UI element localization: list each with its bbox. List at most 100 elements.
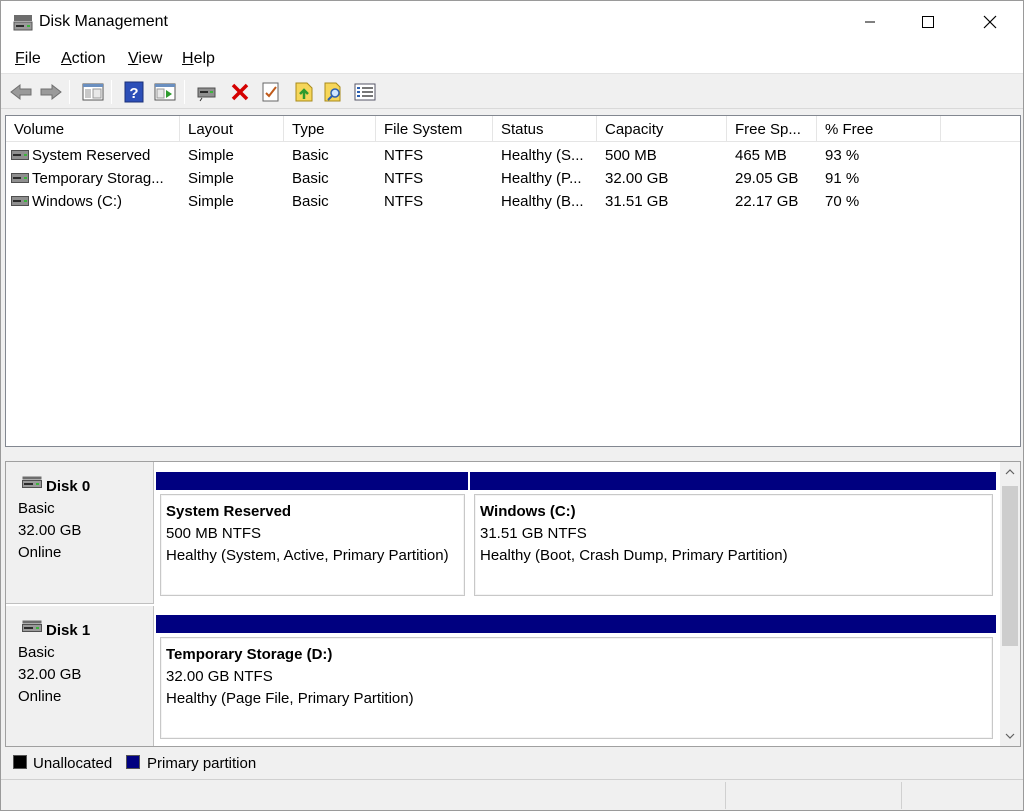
toolbar-separator (69, 80, 70, 104)
cell-file-system: NTFS (384, 147, 424, 164)
cell-percent-free: 91 % (825, 170, 860, 187)
disk-icon (22, 620, 42, 632)
find-icon (324, 82, 341, 102)
scroll-thumb[interactable] (1002, 486, 1018, 646)
column-header-volume[interactable]: Volume (6, 116, 180, 142)
menu-file-accel: F (15, 50, 25, 67)
cell-status: Healthy (S... (501, 147, 584, 164)
cell-type: Basic (292, 170, 329, 187)
column-header-status[interactable]: Status (493, 116, 597, 142)
close-button[interactable] (967, 1, 1013, 43)
menu-action[interactable]: Action (61, 50, 105, 68)
column-header-layout[interactable]: Layout (180, 116, 284, 142)
disk-1-label[interactable]: Disk 1 Basic 32.00 GB Online (6, 606, 154, 746)
primary-partition-swatch (126, 755, 140, 769)
menu-file-label: ile (24, 50, 41, 67)
menu-view[interactable]: View (128, 50, 162, 68)
connect-virtual-disk-icon (197, 87, 216, 102)
back-arrow-icon (10, 83, 32, 101)
drive-icon (11, 196, 29, 206)
show-hide-action-pane-icon (154, 83, 176, 101)
cell-percent-free: 70 % (825, 193, 860, 210)
cell-file-system: NTFS (384, 193, 424, 210)
settings-list-button[interactable] (353, 80, 377, 104)
disk-graphical-view[interactable]: Disk 0 Basic 32.00 GB Online System Rese… (5, 461, 1021, 747)
primary-partition-bar (156, 472, 468, 490)
drive-icon (11, 173, 29, 183)
partition-body: System Reserved 500 MB NTFS Healthy (Sys… (160, 494, 465, 596)
volume-row[interactable]: System Reserved Simple Basic NTFS Health… (6, 144, 1020, 167)
partition-size-fs: 31.51 GB NTFS (480, 525, 587, 542)
disk-state: Online (18, 544, 62, 561)
maximize-icon (922, 16, 934, 28)
menu-action-accel: A (61, 50, 72, 67)
column-header-percent-free[interactable]: % Free (817, 116, 941, 142)
toolbar: ? (1, 73, 1023, 109)
show-hide-console-tree-icon (82, 83, 104, 101)
legend-primary-partition-label: Primary partition (147, 755, 257, 772)
show-hide-console-tree-button[interactable] (81, 80, 105, 104)
minimize-button[interactable] (847, 1, 893, 43)
close-icon (983, 15, 997, 29)
title-bar[interactable]: Disk Management (1, 1, 1023, 43)
properties-icon (262, 82, 279, 102)
menu-view-accel: V (128, 50, 139, 67)
menu-bar: File Action View Help (1, 43, 1023, 73)
connect-virtual-disk-button[interactable] (195, 80, 219, 104)
disk-0-label[interactable]: Disk 0 Basic 32.00 GB Online (6, 462, 154, 604)
partition-body: Temporary Storage (D:) 32.00 GB NTFS Hea… (160, 637, 993, 739)
cell-free-space: 465 MB (735, 147, 787, 164)
forward-button[interactable] (39, 80, 63, 104)
primary-partition-bar (156, 615, 996, 633)
pane-splitter[interactable] (1, 447, 1023, 461)
unallocated-swatch (13, 755, 27, 769)
volume-list[interactable]: Volume Layout Type File System Status Ca… (5, 115, 1021, 447)
chevron-down-icon (1005, 733, 1015, 739)
column-header-free-space[interactable]: Free Sp... (727, 116, 817, 142)
find-button[interactable] (322, 80, 346, 104)
partition-system-reserved[interactable]: System Reserved 500 MB NTFS Healthy (Sys… (156, 472, 468, 600)
cell-status: Healthy (B... (501, 193, 584, 210)
vertical-scrollbar[interactable] (1000, 462, 1020, 746)
cell-capacity: 500 MB (605, 147, 657, 164)
menu-help[interactable]: Help (182, 50, 215, 68)
volume-row[interactable]: Windows (C:) Simple Basic NTFS Healthy (… (6, 190, 1020, 213)
show-hide-action-pane-button[interactable] (153, 80, 177, 104)
column-header-type[interactable]: Type (284, 116, 376, 142)
column-header-capacity[interactable]: Capacity (597, 116, 727, 142)
cell-capacity: 31.51 GB (605, 193, 669, 210)
partition-windows-c[interactable]: Windows (C:) 31.51 GB NTFS Healthy (Boot… (470, 472, 996, 600)
disk-icon (22, 476, 42, 488)
cell-free-space: 29.05 GB (735, 170, 799, 187)
cell-free-space: 22.17 GB (735, 193, 799, 210)
help-button[interactable]: ? (122, 80, 146, 104)
export-list-button[interactable] (292, 80, 316, 104)
primary-partition-bar (470, 472, 996, 490)
cell-file-system: NTFS (384, 170, 424, 187)
properties-button[interactable] (259, 80, 283, 104)
back-button[interactable] (9, 80, 33, 104)
partition-name: Windows (C:) (480, 503, 576, 520)
cell-layout: Simple (188, 193, 234, 210)
cell-volume: Temporary Storag... (32, 170, 164, 187)
disk-size: 32.00 GB (18, 666, 82, 683)
column-header-file-system[interactable]: File System (376, 116, 493, 142)
cell-volume: System Reserved (32, 147, 151, 164)
volume-list-header: Volume Layout Type File System Status Ca… (6, 116, 1020, 142)
scroll-down-button[interactable] (1000, 726, 1020, 746)
disk-size: 32.00 GB (18, 522, 82, 539)
toolbar-separator (111, 80, 112, 104)
scroll-up-button[interactable] (1000, 462, 1020, 482)
legend: Unallocated Primary partition (5, 749, 1021, 777)
status-pane (901, 782, 1023, 809)
delete-icon (231, 83, 249, 101)
delete-button[interactable] (228, 80, 252, 104)
partition-temporary-storage-d[interactable]: Temporary Storage (D:) 32.00 GB NTFS Hea… (156, 615, 996, 743)
volume-row[interactable]: Temporary Storag... Simple Basic NTFS He… (6, 167, 1020, 190)
toolbar-separator (184, 80, 185, 104)
forward-arrow-icon (40, 83, 62, 101)
menu-file[interactable]: File (15, 50, 41, 68)
partition-size-fs: 32.00 GB NTFS (166, 668, 273, 685)
export-list-icon (295, 82, 313, 102)
maximize-button[interactable] (905, 1, 951, 43)
